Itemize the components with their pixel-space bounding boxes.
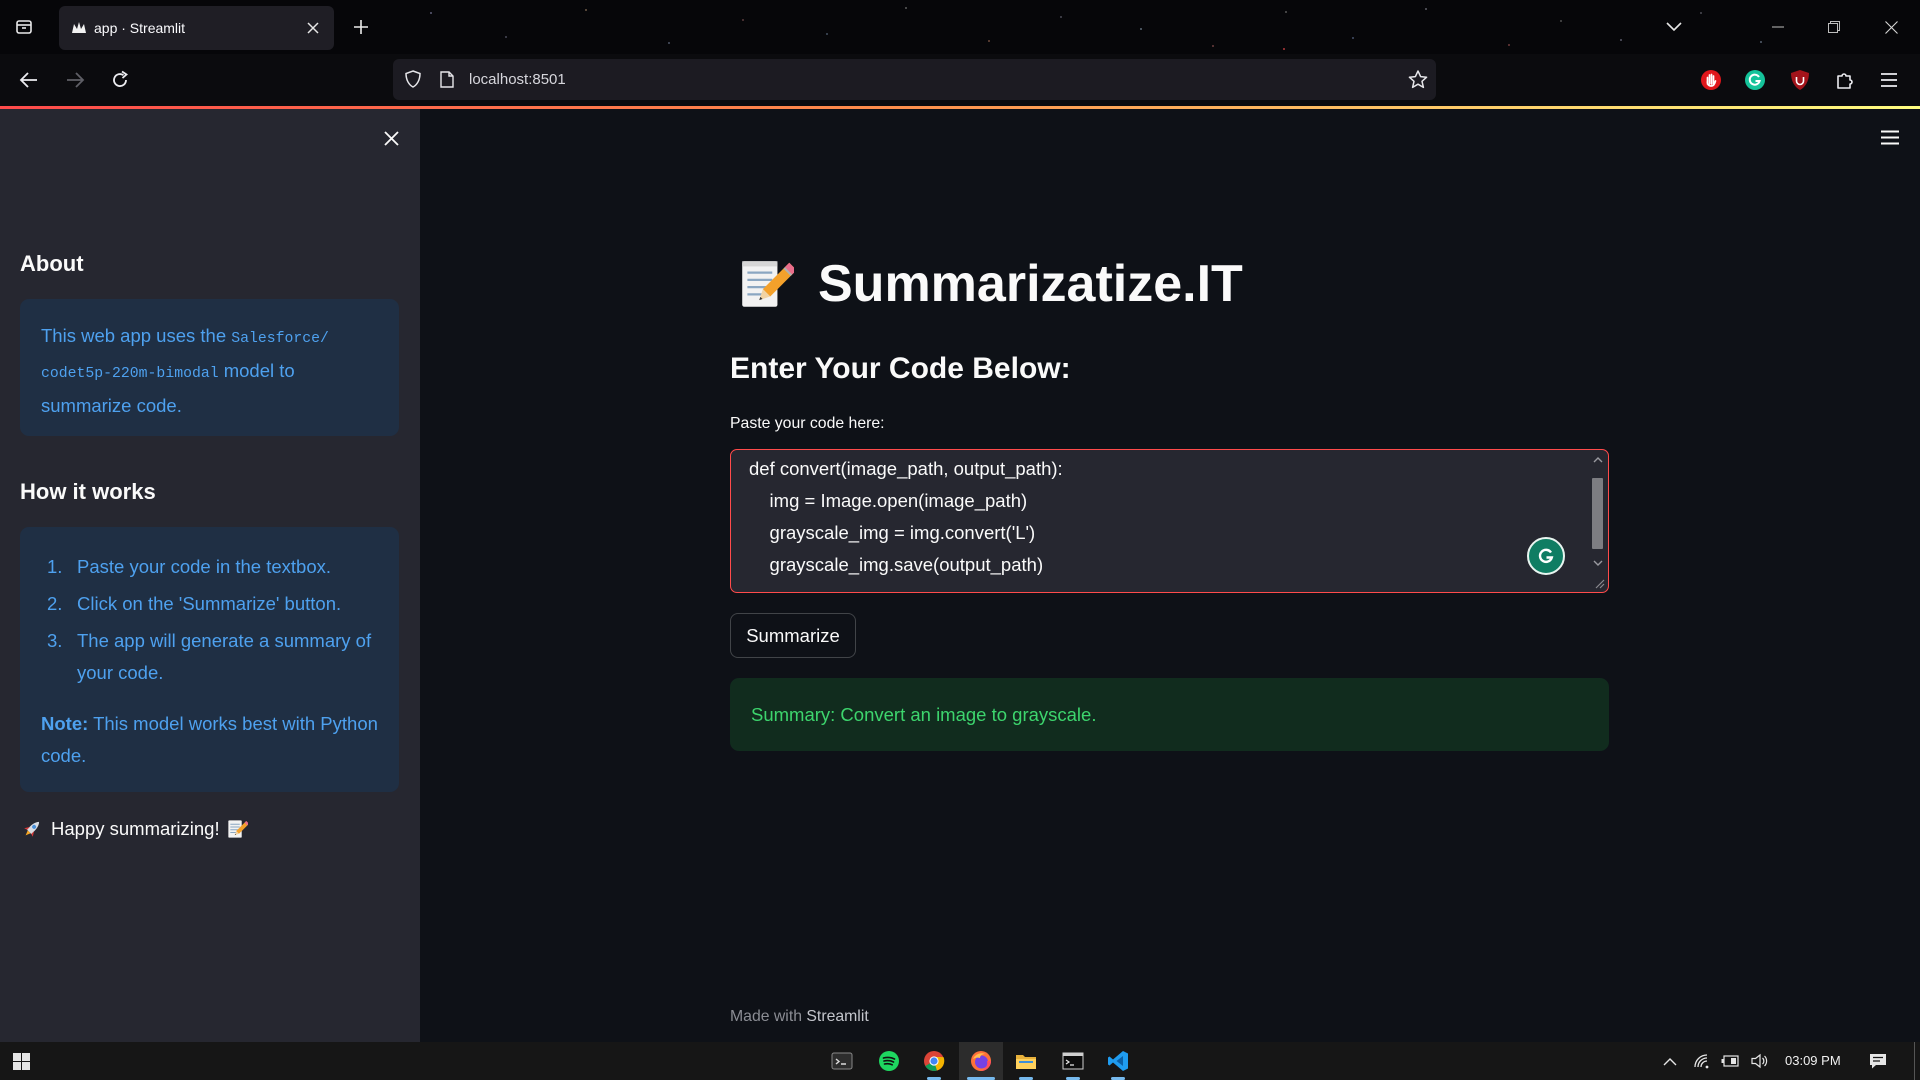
step-number: 1. xyxy=(47,556,63,577)
note-label: Note: xyxy=(41,713,89,734)
summarize-button[interactable]: Summarize xyxy=(730,613,856,658)
scrollbar-thumb[interactable] xyxy=(1592,478,1603,549)
show-hidden-icons-chevron-up-icon[interactable] xyxy=(1660,1051,1680,1071)
step-text: Click on the 'Summarize' button. xyxy=(77,593,342,614)
puzzle-icon[interactable] xyxy=(1833,68,1857,92)
about-heading: About xyxy=(20,251,84,276)
taskbar-clock[interactable]: 03:09 PM xyxy=(1785,1042,1841,1080)
starry-theme-background xyxy=(0,0,2,2)
list-item: 3. The app will generate a summary of yo… xyxy=(41,625,378,689)
code-input-container: def convert(image_path, output_path): im… xyxy=(730,449,1609,593)
note-paragraph: Note: This model works best with Python … xyxy=(41,708,378,772)
about-text-prefix: This web app uses the xyxy=(41,325,227,346)
browser-tab-strip: app · Streamlit xyxy=(0,0,1920,54)
step-text: The app will generate a summary of your … xyxy=(77,630,372,683)
windows-start-icon[interactable] xyxy=(9,1049,33,1073)
tracking-protection-shield-icon[interactable] xyxy=(403,69,423,89)
how-it-works-heading: How it works xyxy=(20,479,156,504)
url-text[interactable]: localhost:8501 xyxy=(469,59,566,100)
notification-center-icon[interactable] xyxy=(1866,1050,1890,1072)
step-text: Paste your code in the textbox. xyxy=(77,556,332,577)
closing-text: Happy summarizing! xyxy=(51,818,220,839)
code-section-subheader: Enter Your Code Below: xyxy=(730,352,1071,385)
close-sidebar-icon[interactable] xyxy=(381,128,401,148)
step-number: 3. xyxy=(47,630,63,651)
grammarly-icon[interactable] xyxy=(1743,68,1767,92)
red-hand-extension-icon[interactable] xyxy=(1699,68,1723,92)
page-info-icon[interactable] xyxy=(437,69,457,89)
windows-taskbar: 03:09 PM xyxy=(0,1042,1920,1080)
about-info-box: This web app uses the Salesforce/codet5p… xyxy=(20,299,399,436)
spotify-icon[interactable] xyxy=(877,1049,901,1073)
made-with-text: Made with xyxy=(730,1008,802,1025)
streamlit-favicon-icon xyxy=(71,20,87,36)
firefox-icon[interactable] xyxy=(969,1049,993,1073)
restore-window-icon[interactable] xyxy=(1821,14,1847,40)
list-item: 2. Click on the 'Summarize' button. xyxy=(41,588,378,620)
made-with-footer: Made with Streamlit xyxy=(730,1006,869,1028)
menu-icon[interactable] xyxy=(1877,68,1901,92)
page-title: Summarizatize.IT xyxy=(818,255,1243,313)
memo-icon xyxy=(225,817,249,841)
memo-icon xyxy=(735,254,795,314)
network-icon[interactable] xyxy=(1692,1051,1712,1071)
scroll-down-icon[interactable] xyxy=(1591,556,1604,570)
closing-line: Happy summarizing! xyxy=(20,815,249,843)
vscode-icon[interactable] xyxy=(1106,1049,1130,1073)
close-tab-icon[interactable] xyxy=(304,19,322,37)
scroll-up-icon[interactable] xyxy=(1591,453,1604,467)
code-input-label: Paste your code here: xyxy=(730,415,885,432)
forward-arrow-icon[interactable] xyxy=(63,68,87,92)
how-it-works-box: 1. Paste your code in the textbox. 2. Cl… xyxy=(20,527,399,792)
chrome-icon[interactable] xyxy=(922,1049,946,1073)
address-bar[interactable]: localhost:8501 xyxy=(393,59,1436,100)
battery-icon[interactable] xyxy=(1720,1051,1740,1071)
tab-title: app · Streamlit xyxy=(94,20,186,36)
step-number: 2. xyxy=(47,593,63,614)
browser-navigation-bar: localhost:8501 1 xyxy=(0,54,1920,132)
minimize-window-icon[interactable] xyxy=(1765,14,1791,40)
summary-success-box: Summary: Convert an image to grayscale. xyxy=(730,678,1609,751)
note-text: This model works best with Python code. xyxy=(41,713,378,766)
resize-grip-icon[interactable] xyxy=(1592,576,1606,590)
new-tab-icon[interactable] xyxy=(350,16,372,38)
grammarly-assistant-icon[interactable] xyxy=(1527,537,1565,575)
summary-text: Summary: Convert an image to grayscale. xyxy=(751,704,1097,725)
terminal-icon[interactable] xyxy=(830,1049,854,1073)
show-desktop-button[interactable] xyxy=(1914,1042,1915,1080)
file-explorer-icon[interactable] xyxy=(1014,1049,1038,1073)
textarea-scrollbar[interactable] xyxy=(1589,453,1606,571)
list-all-tabs-chevron-down-icon[interactable] xyxy=(1663,16,1685,38)
main-content: Summarizatize.IT Enter Your Code Below: … xyxy=(420,109,1920,1042)
reload-icon[interactable] xyxy=(108,68,132,92)
bookmark-star-icon[interactable] xyxy=(1407,68,1429,90)
browser-tab-active[interactable]: app · Streamlit xyxy=(59,6,334,50)
rocket-icon xyxy=(20,817,44,841)
code-textarea[interactable]: def convert(image_path, output_path): im… xyxy=(730,449,1609,593)
ublock-icon[interactable] xyxy=(1788,68,1812,92)
sidebar: About This web app uses the Salesforce/c… xyxy=(0,109,420,1042)
tab-overview-icon[interactable] xyxy=(14,17,34,37)
command-prompt-icon[interactable] xyxy=(1061,1049,1085,1073)
close-window-icon[interactable] xyxy=(1878,14,1904,40)
streamlit-link[interactable]: Streamlit xyxy=(806,1008,868,1025)
volume-icon[interactable] xyxy=(1750,1051,1770,1071)
page-title-row: Summarizatize.IT xyxy=(735,254,1243,314)
list-item: 1. Paste your code in the textbox. xyxy=(41,551,378,583)
steps-list: 1. Paste your code in the textbox. 2. Cl… xyxy=(41,551,378,689)
back-arrow-icon[interactable] xyxy=(17,68,41,92)
app-menu-hamburger-icon[interactable] xyxy=(1877,125,1903,149)
